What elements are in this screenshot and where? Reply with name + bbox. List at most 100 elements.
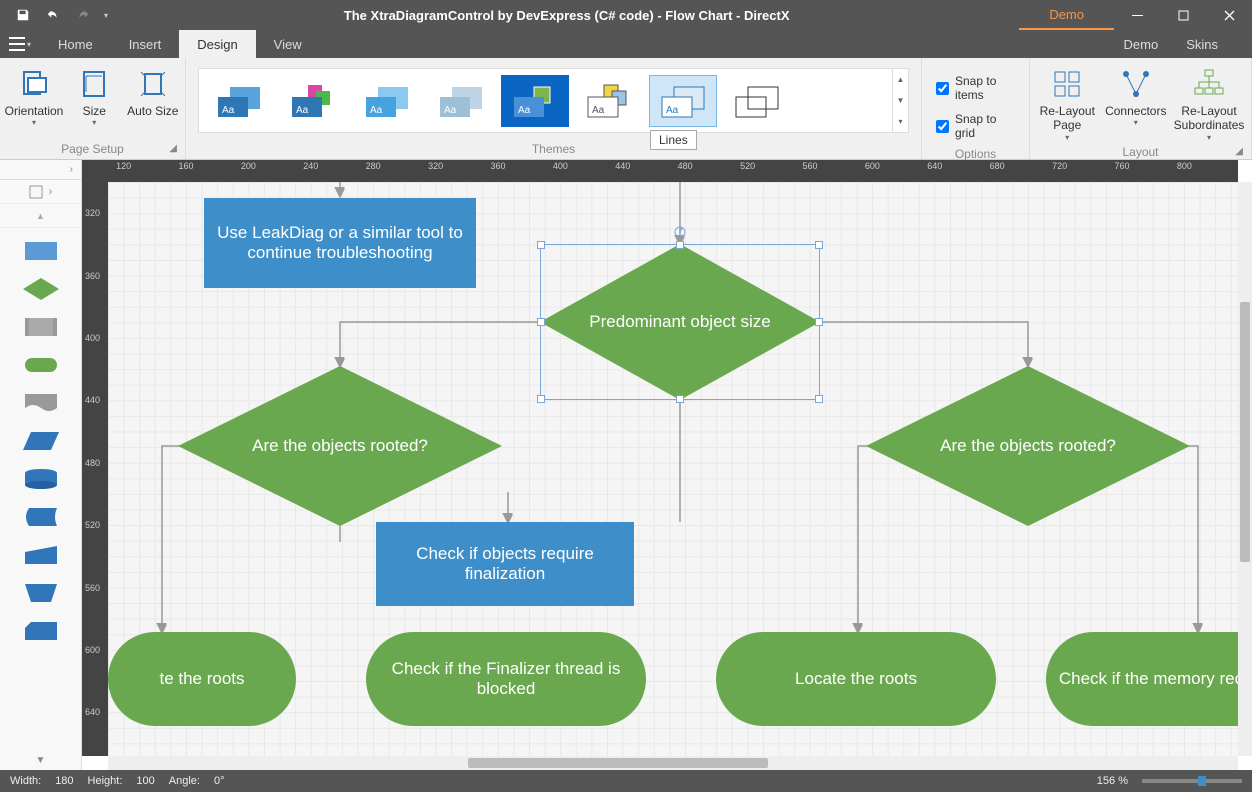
size-label: Size <box>83 104 106 118</box>
scrollbar-horizontal[interactable] <box>108 756 1238 770</box>
workspace: › › ▲ ▼ 12016020024028032036040044048052… <box>0 160 1252 770</box>
ribbon-group-layout: Re-Layout Page▾ Connectors▾ Re-Layout Su… <box>1030 58 1252 159</box>
gallery-down-arrow[interactable]: ▼ <box>893 90 908 111</box>
shape-leakdiag-text: Use LeakDiag or a similar tool to contin… <box>216 223 464 263</box>
shape-item-database[interactable] <box>21 466 61 492</box>
close-button[interactable] <box>1206 0 1252 30</box>
shape-item-manualoperation[interactable] <box>21 580 61 606</box>
tab-design[interactable]: Design <box>179 30 255 58</box>
tab-view[interactable]: View <box>256 30 320 58</box>
titlebar: ▾ The XtraDiagramControl by DevExpress (… <box>0 0 1252 30</box>
snap-grid-label: Snap to grid <box>955 112 1015 140</box>
qat-dropdown-icon[interactable]: ▾ <box>98 0 114 30</box>
gallery-up-arrow[interactable]: ▲ <box>893 69 908 90</box>
shapes-panel-down[interactable]: ▼ <box>0 751 81 770</box>
tab-skins[interactable]: Skins <box>1172 30 1232 58</box>
shape-item-subprocess[interactable] <box>21 314 61 340</box>
maximize-button[interactable] <box>1160 0 1206 30</box>
shape-rooted-right[interactable]: Are the objects rooted? <box>866 366 1190 526</box>
svg-text:Aa: Aa <box>592 105 605 116</box>
status-width-value: 180 <box>55 775 73 787</box>
shape-rooted-left[interactable]: Are the objects rooted? <box>178 366 502 526</box>
snap-to-grid-checkbox[interactable] <box>936 120 949 133</box>
svg-text:Aa: Aa <box>370 105 383 116</box>
shape-rooted-left-text: Are the objects rooted? <box>252 436 428 456</box>
shape-item-storeddata[interactable] <box>21 504 61 530</box>
theme-swatch-8[interactable] <box>723 75 791 127</box>
ruler-corner <box>82 160 108 182</box>
page-setup-launcher-icon[interactable]: ◢ <box>169 143 177 154</box>
demo-link[interactable]: Demo <box>1019 0 1114 30</box>
shape-item-data[interactable] <box>21 428 61 454</box>
gallery-more-arrow[interactable]: ▾ <box>893 111 908 132</box>
theme-swatch-5[interactable]: Aa <box>501 75 569 127</box>
themes-gallery: Aa Aa Aa Aa Aa Aa Aa Lines ▲ ▼ ▾ <box>198 68 909 133</box>
menubar: ▾ Home Insert Design View Demo Skins <box>0 30 1252 58</box>
shape-locate-roots-right-text: Locate the roots <box>795 669 917 689</box>
relayout-subs-label: Re-Layout Subordinates <box>1173 104 1245 133</box>
scrollbar-vertical[interactable] <box>1238 182 1252 756</box>
shape-check-finalization[interactable]: Check if objects require finalization <box>376 522 634 606</box>
shapes-panel: › › ▲ ▼ <box>0 160 82 770</box>
connectors-button[interactable]: Connectors▾ <box>1105 62 1168 128</box>
svg-text:Aa: Aa <box>518 105 531 116</box>
shape-item-decision[interactable] <box>21 276 61 302</box>
canvas-area: 1201602002402803203604004404805205606006… <box>82 160 1252 770</box>
orientation-button[interactable]: Orientation▾ <box>6 62 62 128</box>
canvas-viewport[interactable]: Use LeakDiag or a similar tool to contin… <box>108 182 1238 756</box>
theme-swatch-1[interactable]: Aa <box>205 75 273 127</box>
ribbon-group-page-setup: Orientation▾ Size▾ Auto Size Page Setup ◢ <box>0 58 186 159</box>
shape-rooted-right-text: Are the objects rooted? <box>940 436 1116 456</box>
theme-swatch-3[interactable]: Aa <box>353 75 421 127</box>
shape-item-document[interactable] <box>21 390 61 416</box>
redo-button[interactable] <box>68 0 98 30</box>
layout-launcher-icon[interactable]: ◢ <box>1235 146 1243 157</box>
shape-item-card[interactable] <box>21 618 61 644</box>
shape-locate-roots-left[interactable]: te the roots <box>108 632 296 726</box>
window-title: The XtraDiagramControl by DevExpress (C#… <box>114 8 1019 23</box>
theme-swatch-6[interactable]: Aa <box>575 75 643 127</box>
status-angle-label: Angle: <box>169 775 200 787</box>
svg-text:Aa: Aa <box>444 105 457 116</box>
snap-to-items-option[interactable]: Snap to items <box>928 70 1023 106</box>
svg-text:Aa: Aa <box>222 105 235 116</box>
shape-item-process[interactable] <box>21 238 61 264</box>
shape-locate-roots-right[interactable]: Locate the roots <box>716 632 996 726</box>
orientation-label: Orientation <box>5 104 64 118</box>
rotate-handle-icon[interactable] <box>673 225 687 239</box>
svg-text:Aa: Aa <box>666 105 679 116</box>
shapes-panel-collapse[interactable]: › <box>0 160 81 180</box>
relayout-page-label: Re-Layout Page <box>1036 104 1099 133</box>
snap-to-items-checkbox[interactable] <box>936 82 949 95</box>
zoom-slider[interactable] <box>1142 779 1242 783</box>
shape-finalizer-blocked[interactable]: Check if the Finalizer thread is blocked <box>366 632 646 726</box>
shape-item-terminator[interactable] <box>21 352 61 378</box>
relayout-page-button[interactable]: Re-Layout Page▾ <box>1036 62 1099 142</box>
theme-swatch-4[interactable]: Aa <box>427 75 495 127</box>
size-button[interactable]: Size▾ <box>68 62 121 128</box>
tab-home[interactable]: Home <box>40 30 111 58</box>
shape-locate-roots-left-text: te the roots <box>159 669 244 689</box>
ruler-vertical[interactable]: 320360400440480520560600640 <box>82 182 108 756</box>
minimize-button[interactable] <box>1114 0 1160 30</box>
theme-swatch-7[interactable]: Aa Lines <box>649 75 717 127</box>
options-group-label: Options <box>955 147 996 161</box>
theme-swatch-2[interactable]: Aa <box>279 75 347 127</box>
canvas-content[interactable]: Use LeakDiag or a similar tool to contin… <box>108 182 1238 756</box>
tab-insert[interactable]: Insert <box>111 30 180 58</box>
shapes-panel-tools[interactable]: › <box>0 180 81 204</box>
shape-item-manualinput[interactable] <box>21 542 61 568</box>
shapes-panel-up[interactable]: ▲ <box>0 204 81 228</box>
shape-memory-reclaimed[interactable]: Check if the memory reclaimed <box>1046 632 1238 726</box>
auto-size-button[interactable]: Auto Size <box>127 62 180 118</box>
ruler-horizontal[interactable]: 1201602002402803203604004404805205606006… <box>108 160 1238 182</box>
shape-finalizer-blocked-text: Check if the Finalizer thread is blocked <box>378 659 634 699</box>
app-menu-button[interactable]: ▾ <box>0 30 40 58</box>
snap-to-grid-option[interactable]: Snap to grid <box>928 108 1023 144</box>
tab-demo[interactable]: Demo <box>1110 30 1173 58</box>
undo-button[interactable] <box>38 0 68 30</box>
shape-leakdiag[interactable]: Use LeakDiag or a similar tool to contin… <box>204 198 476 288</box>
relayout-subordinates-button[interactable]: Re-Layout Subordinates▾ <box>1173 62 1245 142</box>
page-setup-group-label: Page Setup <box>61 142 124 156</box>
save-button[interactable] <box>8 0 38 30</box>
